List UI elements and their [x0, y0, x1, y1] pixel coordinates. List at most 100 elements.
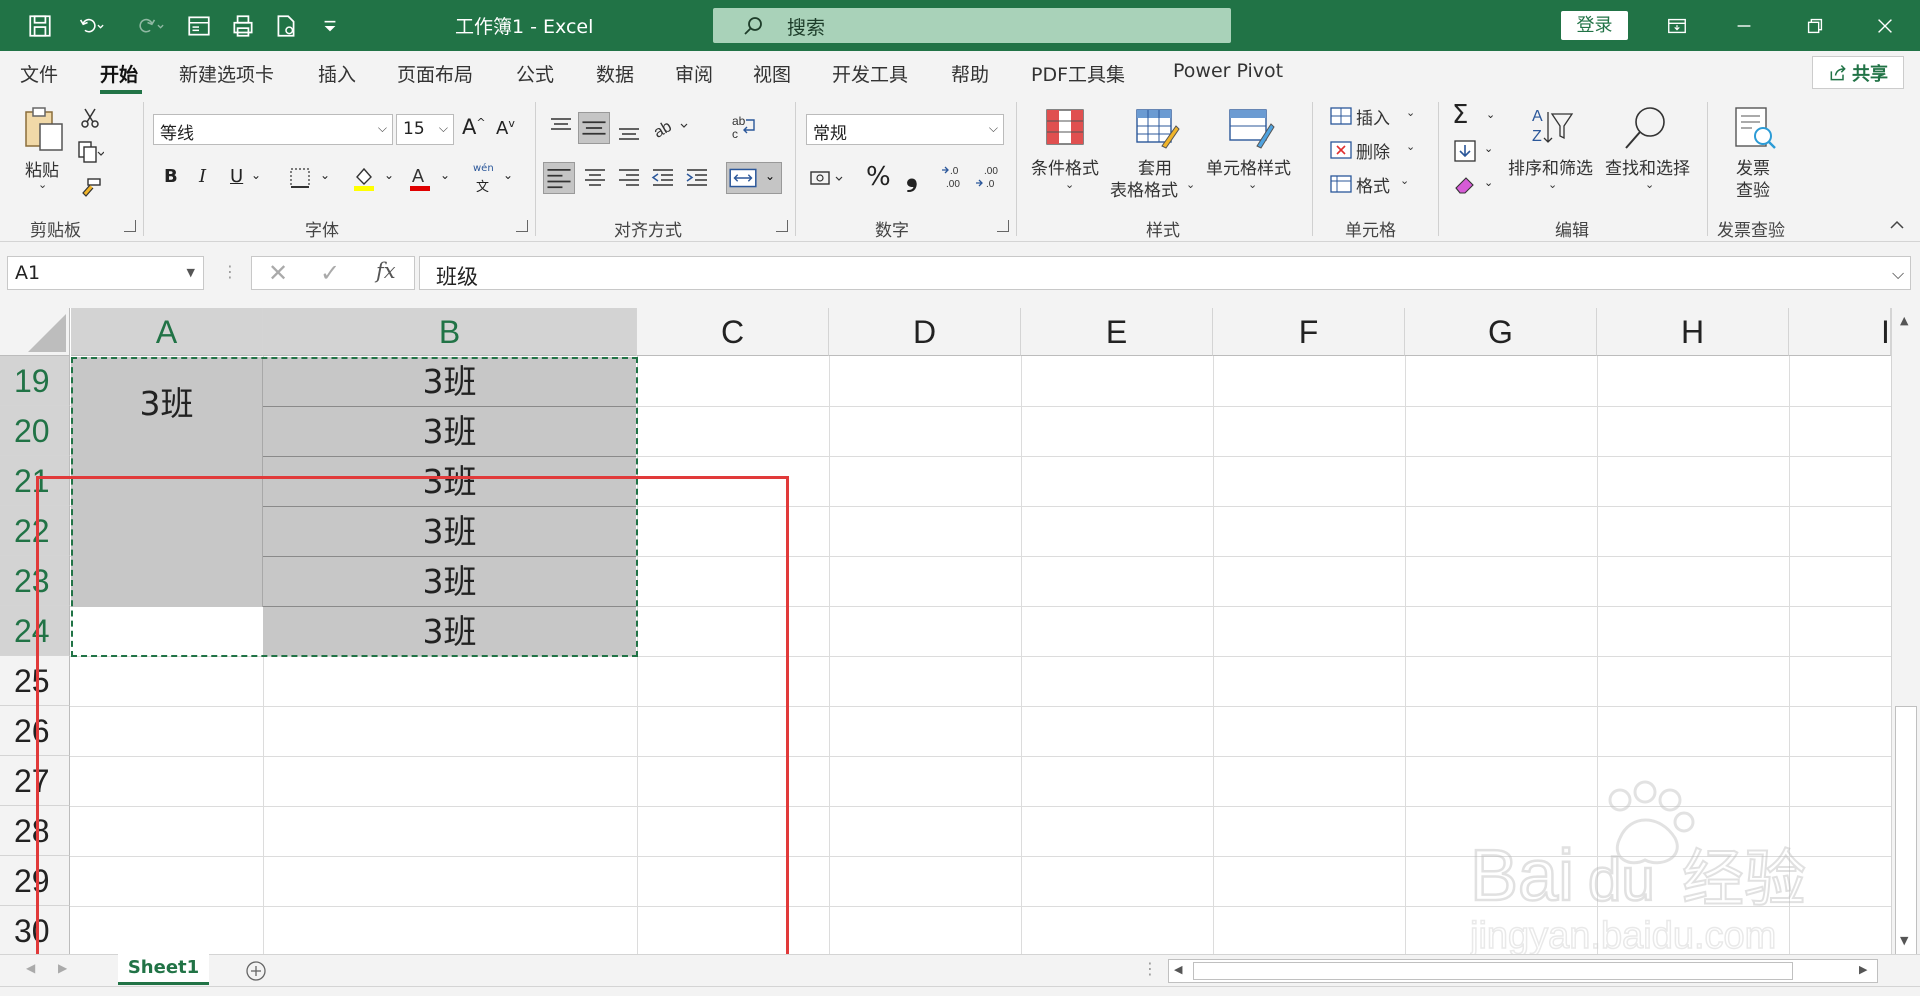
chevron-down-icon[interactable]: ⌄	[1065, 178, 1074, 191]
form-icon[interactable]	[181, 9, 217, 42]
tab-page-layout[interactable]: 页面布局	[397, 60, 473, 87]
delete-cells-label[interactable]: 删除	[1356, 138, 1390, 163]
confirm-icon[interactable]: ✓	[320, 259, 340, 287]
orientation-icon[interactable]: ab	[651, 114, 691, 140]
add-sheet-icon[interactable]	[245, 960, 267, 982]
clear-icon[interactable]	[1452, 172, 1478, 198]
row-header-20[interactable]: 20	[0, 406, 70, 456]
chevron-down-icon[interactable]: ⌄	[1186, 178, 1195, 191]
cell-b23[interactable]: 3班	[263, 557, 636, 607]
paste-icon[interactable]	[22, 106, 66, 154]
cell-b21[interactable]: 3班	[263, 457, 636, 507]
row-header-19[interactable]: 19	[0, 356, 70, 406]
cell-b20[interactable]: 3班	[263, 407, 636, 457]
column-header-d[interactable]: D	[829, 308, 1021, 356]
chevron-down-icon[interactable]: ⌄	[1548, 178, 1557, 191]
format-as-table-icon[interactable]	[1134, 106, 1180, 150]
tab-file[interactable]: 文件	[20, 60, 58, 87]
row-header-22[interactable]: 22	[0, 506, 70, 556]
align-right-icon[interactable]	[616, 164, 642, 190]
align-top-icon[interactable]	[548, 114, 574, 140]
accounting-format-icon[interactable]	[808, 166, 846, 192]
border-icon[interactable]	[288, 166, 312, 190]
decrease-font-icon[interactable]: Av	[496, 117, 515, 139]
delete-cells-icon[interactable]	[1328, 138, 1354, 162]
bold-button[interactable]: B	[164, 166, 178, 187]
undo-icon[interactable]	[66, 9, 116, 42]
tab-home[interactable]: 开始	[100, 60, 138, 87]
chevron-down-icon[interactable]: ⌄	[1486, 108, 1495, 121]
restore-icon[interactable]	[1792, 9, 1838, 42]
insert-cells-label[interactable]: 插入	[1356, 104, 1390, 129]
increase-decimal-icon[interactable]: .0.00	[940, 162, 970, 192]
merge-center-button[interactable]: ⌄	[726, 162, 782, 194]
number-launcher-icon[interactable]	[997, 220, 1009, 232]
search-box[interactable]: 搜索	[713, 8, 1231, 43]
cell-b22[interactable]: 3班	[263, 507, 636, 557]
column-header-h[interactable]: H	[1597, 308, 1789, 356]
tab-view[interactable]: 视图	[753, 60, 791, 87]
row-header-23[interactable]: 23	[0, 556, 70, 606]
column-header-g[interactable]: G	[1405, 308, 1597, 356]
row-header-24[interactable]: 24	[0, 606, 70, 656]
align-middle-button[interactable]	[578, 112, 610, 144]
minimize-icon[interactable]	[1721, 9, 1767, 42]
print-preview-icon[interactable]	[225, 9, 261, 42]
column-header-i[interactable]: I	[1789, 308, 1891, 356]
format-cells-icon[interactable]	[1328, 172, 1354, 196]
formula-bar-grip-icon[interactable]: ⋮	[222, 262, 238, 281]
chevron-down-icon[interactable]: ⌄	[1406, 140, 1415, 153]
decrease-indent-icon[interactable]	[650, 164, 676, 190]
insert-cells-icon[interactable]	[1328, 104, 1354, 128]
chevron-down-icon[interactable]: ⌄	[503, 168, 513, 182]
format-as-table-label-2[interactable]: 表格格式	[1110, 176, 1178, 201]
chevron-down-icon[interactable]: ⌄	[251, 168, 261, 182]
column-header-a[interactable]: A	[71, 308, 263, 356]
conditional-format-icon[interactable]	[1043, 106, 1087, 150]
horizontal-scroll-thumb[interactable]	[1193, 962, 1793, 980]
cut-icon[interactable]	[78, 106, 102, 130]
tab-power-pivot[interactable]: Power Pivot	[1173, 60, 1283, 82]
align-bottom-icon[interactable]	[616, 118, 642, 144]
vertical-scrollbar[interactable]: ▲ ▼	[1891, 308, 1920, 956]
vertical-scroll-thumb[interactable]	[1895, 706, 1917, 956]
chevron-down-icon[interactable]: ⌄	[1645, 178, 1654, 191]
document-icon[interactable]	[268, 9, 304, 42]
share-button[interactable]: 共享	[1812, 56, 1904, 89]
scroll-right-icon[interactable]: ▶	[1859, 963, 1867, 976]
invoice-check-icon[interactable]	[1730, 104, 1778, 152]
tab-pdf-tools[interactable]: PDF工具集	[1031, 60, 1125, 87]
column-header-e[interactable]: E	[1021, 308, 1213, 356]
merged-cell-a19[interactable]: 3班	[71, 357, 263, 607]
cell-styles-label[interactable]: 单元格样式	[1206, 154, 1291, 179]
horizontal-scrollbar[interactable]: ◀ ▶	[1168, 959, 1878, 983]
save-icon[interactable]	[22, 9, 58, 42]
chevron-down-icon[interactable]: ⌄	[1484, 176, 1493, 189]
row-header-26[interactable]: 26	[0, 706, 70, 756]
sort-filter-icon[interactable]: AZ	[1528, 104, 1574, 152]
worksheet-grid[interactable]: A B C D E F G H I 19 20 21 22 23 24 25 2…	[0, 308, 1920, 954]
sort-filter-label[interactable]: 排序和筛选	[1508, 154, 1593, 179]
number-format-combo[interactable]: 常规 ⌵	[806, 114, 1004, 145]
italic-button[interactable]: I	[199, 166, 206, 187]
collapse-ribbon-icon[interactable]	[1888, 218, 1906, 232]
find-select-icon[interactable]	[1622, 104, 1668, 152]
autosum-icon[interactable]: Σ	[1452, 100, 1468, 130]
increase-indent-icon[interactable]	[684, 164, 710, 190]
phonetic-bottom[interactable]: 文	[476, 176, 489, 195]
chevron-down-icon[interactable]: ⌄	[1484, 142, 1493, 155]
cancel-icon[interactable]: ✕	[268, 259, 288, 287]
conditional-format-label[interactable]: 条件格式	[1031, 154, 1099, 179]
find-select-label[interactable]: 查找和选择	[1605, 154, 1690, 179]
row-header-30[interactable]: 30	[0, 906, 70, 954]
chevron-down-icon[interactable]: ⌄	[1400, 174, 1409, 187]
prev-sheet-icon[interactable]: ◀	[26, 961, 35, 975]
row-header-25[interactable]: 25	[0, 656, 70, 706]
paste-dropdown-icon[interactable]: ⌄	[38, 178, 47, 191]
fill-down-icon[interactable]	[1452, 138, 1478, 164]
column-header-c[interactable]: C	[637, 308, 829, 356]
insert-function-icon[interactable]: fx	[376, 259, 396, 283]
name-box[interactable]: A1 ▼	[7, 256, 204, 290]
column-header-b[interactable]: B	[263, 308, 637, 356]
font-size-combo[interactable]: 15 ⌵	[396, 114, 454, 145]
